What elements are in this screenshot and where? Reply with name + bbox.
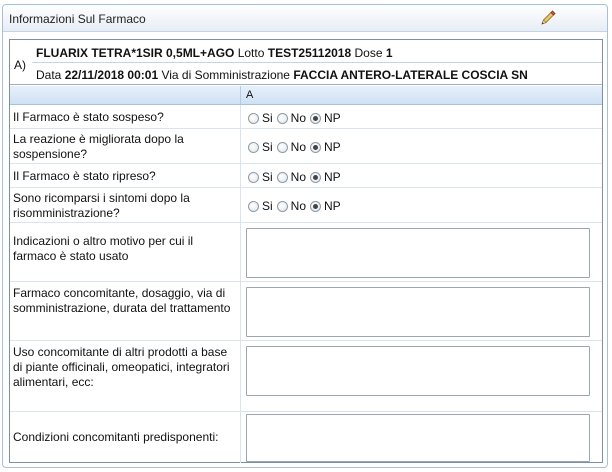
radio-label-no: No [290,170,307,184]
radio-label-si: Si [262,199,273,213]
question-label: Il Farmaco è stato sospeso? [13,110,164,124]
radio-label-no: No [290,111,307,125]
radio-label-np: NP [324,111,341,125]
radio-group: Si No NP [248,199,345,213]
field-row-concomitant-drug: Farmaco concomitante, dosaggio, via di s… [10,282,602,341]
lot-value: TEST25112018 [267,46,352,60]
radio-no[interactable] [276,141,288,153]
field-label: Farmaco concomitante, dosaggio, via di s… [13,286,231,315]
concomitant-drug-textarea[interactable] [246,287,590,337]
lot-label: Lotto [237,46,265,60]
field-row-predisposing-conditions: Condizioni concomitanti predisponenti: [10,408,602,463]
radio-np[interactable] [310,141,322,153]
field-row-herbal-products: Uso concomitante di altri prodotti a bas… [10,341,602,412]
row-divider [240,105,241,128]
radio-np[interactable] [310,112,322,124]
radio-no[interactable] [276,112,288,124]
row-divider [240,164,241,187]
column-divider [240,86,241,104]
field-label: Indicazioni o altro motivo per cui il fa… [13,234,194,263]
row-divider [240,188,241,222]
radio-label-si: Si [262,111,273,125]
question-label: Sono ricomparsi i sintomi dopo la risomm… [13,191,190,220]
radio-label-no: No [290,199,307,213]
radio-no[interactable] [276,171,288,183]
table-column-header: A [10,86,602,105]
dose-value: 1 [385,46,393,60]
row-divider [240,129,241,163]
question-label: Il Farmaco è stato ripreso? [13,169,156,183]
radio-label-no: No [290,140,307,154]
drug-box: A) FLUARIX TETRA*1SIR 0,5ML+AGO Lotto TE… [9,39,603,463]
summary-divider [32,62,602,63]
drug-line-2: Data 22/11/2018 00:01 Via di Somministra… [36,68,528,82]
route-label: Via di Somministrazione [161,68,290,82]
panel-title: Informazioni Sul Farmaco [9,12,146,26]
radio-si[interactable] [248,200,259,212]
drug-summary: A) FLUARIX TETRA*1SIR 0,5ML+AGO Lotto TE… [10,40,602,85]
row-divider [240,341,241,411]
dose-label: Dose [354,46,383,60]
radio-label-si: Si [262,170,273,184]
drug-info-panel: Informazioni Sul Farmaco A) FLUARIX TETR… [2,4,608,468]
radio-si[interactable] [248,141,259,153]
field-label: Uso concomitante di altri prodotti a bas… [13,345,230,389]
panel-header: Informazioni Sul Farmaco [3,5,607,32]
question-row-recurred: Sono ricomparsi i sintomi dopo la risomm… [10,188,602,223]
pencil-icon[interactable] [539,9,557,27]
route-value: FACCIA ANTERO-LATERALE COSCIA SN [293,68,528,82]
question-row-improved: La reazione è migliorata dopo la sospens… [10,129,602,164]
question-row-resumed: Il Farmaco è stato ripreso? Si No NP [10,164,602,188]
field-row-indications: Indicazioni o altro motivo per cui il fa… [10,223,602,282]
indications-textarea[interactable] [246,228,590,278]
predisposing-conditions-textarea[interactable] [246,414,590,462]
question-row-suspended: Il Farmaco è stato sospeso? Si No NP [10,105,602,129]
radio-group: Si No NP [248,170,345,184]
question-label: La reazione è migliorata dopo la sospens… [13,132,184,161]
drug-line-1: FLUARIX TETRA*1SIR 0,5ML+AGO Lotto TEST2… [36,46,393,60]
drug-name: FLUARIX TETRA*1SIR 0,5ML+AGO [36,46,235,60]
radio-np[interactable] [310,171,322,183]
radio-si[interactable] [248,112,259,124]
radio-group: Si No NP [248,140,345,154]
row-divider [240,223,241,281]
radio-si[interactable] [248,171,259,183]
radio-label-np: NP [324,170,341,184]
date-label: Data [36,68,62,82]
herbal-products-textarea[interactable] [246,346,590,396]
radio-no[interactable] [276,200,288,212]
column-header-a: A [246,89,254,101]
radio-label-np: NP [324,140,341,154]
radio-np[interactable] [310,200,322,212]
radio-group: Si No NP [248,111,345,125]
field-label: Condizioni concomitanti predisponenti: [13,430,219,444]
date-value: 22/11/2018 00:01 [64,68,159,82]
drug-letter: A) [14,58,26,72]
radio-label-np: NP [324,199,341,213]
radio-label-si: Si [262,140,273,154]
row-divider [240,408,241,463]
row-divider [240,282,241,340]
